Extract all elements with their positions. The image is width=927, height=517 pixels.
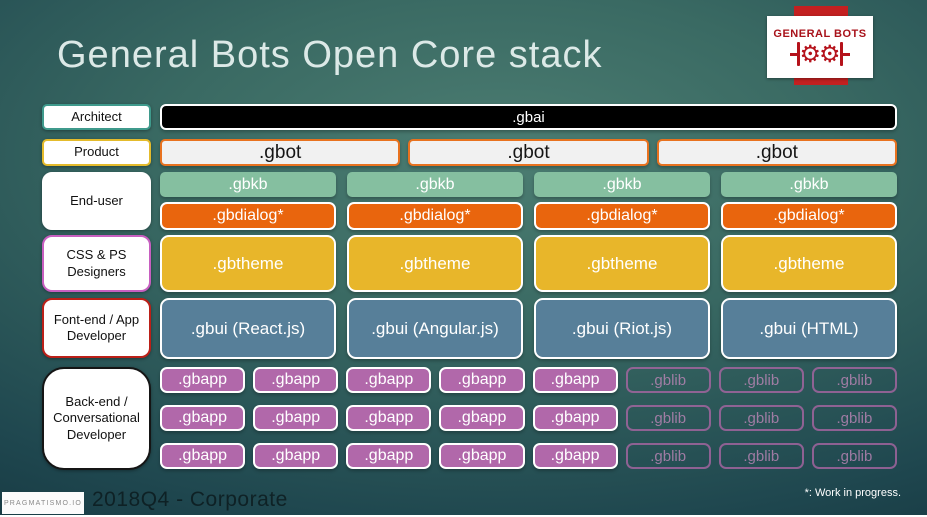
gbot-block: .gbot (408, 139, 649, 166)
role-label-architect: Architect (42, 104, 151, 130)
slide-canvas: General Bots Open Core stack GENERAL BOT… (0, 0, 927, 517)
gbapp-block: .gbapp (346, 367, 432, 393)
gbtheme-block: .gbtheme (534, 235, 710, 292)
gbapp-block: .gbapp (532, 443, 618, 469)
row-gbai: .gbai (160, 104, 897, 130)
row-gbot: .gbot .gbot .gbot (160, 139, 897, 166)
role-label-frontend: Font-end / App Developer (42, 298, 151, 358)
gblib-block: .gblib (811, 443, 897, 469)
row-backend-3: .gbapp .gbapp .gbapp .gbapp .gbapp .gbli… (160, 443, 897, 469)
page-title: General Bots Open Core stack (57, 34, 603, 76)
role-label-end-user: End-user (42, 172, 151, 230)
row-backend-1: .gbapp .gbapp .gbapp .gbapp .gbapp .gbli… (160, 367, 897, 393)
gbui-react-block: .gbui (React.js) (160, 298, 336, 359)
gbkb-block: .gbkb (347, 172, 523, 197)
gbui-html-block: .gbui (HTML) (721, 298, 897, 359)
gear-icon: ⚙ (799, 40, 821, 68)
gbdialog-block: .gbdialog* (721, 202, 897, 230)
logo-gears: ⚙ ⚙ (790, 40, 850, 68)
gbapp-block: .gbapp (439, 405, 525, 431)
gbkb-block: .gbkb (534, 172, 710, 197)
gbdialog-block: .gbdialog* (534, 202, 710, 230)
gbapp-block: .gbapp (532, 367, 618, 393)
gbapp-block: .gbapp (160, 367, 246, 393)
gbapp-block: .gbapp (439, 367, 525, 393)
role-label-designers: CSS & PS Designers (42, 235, 151, 292)
gbkb-block: .gbkb (721, 172, 897, 197)
gear-icon: ⚙ (819, 40, 841, 68)
gbapp-block: .gbapp (346, 405, 432, 431)
gbapp-block: .gbapp (253, 443, 339, 469)
gbapp-block: .gbapp (439, 443, 525, 469)
gbkb-block: .gbkb (160, 172, 336, 197)
row-backend-2: .gbapp .gbapp .gbapp .gbapp .gbapp .gbli… (160, 405, 897, 431)
logo-stub-right (842, 52, 850, 56)
gbtheme-block: .gbtheme (721, 235, 897, 292)
row-gbui: .gbui (React.js) .gbui (Angular.js) .gbu… (160, 298, 897, 359)
gbapp-block: .gbapp (253, 405, 339, 431)
role-label-backend: Back-end / Conversational Developer (42, 367, 151, 470)
gbdialog-block: .gbdialog* (160, 202, 336, 230)
logo-brand-text: GENERAL BOTS (773, 28, 867, 40)
gblib-block: .gblib (718, 443, 804, 469)
gblib-block: .gblib (625, 367, 711, 393)
work-in-progress-note: *: Work in progress. (804, 487, 901, 499)
row-gbkb: .gbkb .gbkb .gbkb .gbkb (160, 172, 897, 197)
gbot-block: .gbot (656, 139, 897, 166)
gbapp-block: .gbapp (532, 405, 618, 431)
gbai-block: .gbai (160, 104, 897, 130)
gbdialog-block: .gbdialog* (347, 202, 523, 230)
general-bots-logo: GENERAL BOTS ⚙ ⚙ (767, 16, 873, 78)
gbui-riot-block: .gbui (Riot.js) (534, 298, 710, 359)
row-gbdialog: .gbdialog* .gbdialog* .gbdialog* .gbdial… (160, 202, 897, 230)
gbot-block: .gbot (160, 139, 401, 166)
footer-quarter-text: 2018Q4 - Corporate (92, 488, 288, 511)
gblib-block: .gblib (718, 367, 804, 393)
gblib-block: .gblib (718, 405, 804, 431)
logo-stub-left (790, 52, 798, 56)
gbui-angular-block: .gbui (Angular.js) (347, 298, 523, 359)
role-label-product: Product (42, 139, 151, 166)
gblib-block: .gblib (625, 405, 711, 431)
gblib-block: .gblib (625, 443, 711, 469)
gbapp-block: .gbapp (253, 367, 339, 393)
gbapp-block: .gbapp (160, 443, 246, 469)
gbtheme-block: .gbtheme (160, 235, 336, 292)
gbtheme-block: .gbtheme (347, 235, 523, 292)
gbapp-block: .gbapp (160, 405, 246, 431)
row-gbtheme: .gbtheme .gbtheme .gbtheme .gbtheme (160, 235, 897, 292)
gblib-block: .gblib (811, 405, 897, 431)
pragmatismo-badge: PRAGMATISMO.IO (2, 492, 84, 514)
gblib-block: .gblib (811, 367, 897, 393)
gbapp-block: .gbapp (346, 443, 432, 469)
